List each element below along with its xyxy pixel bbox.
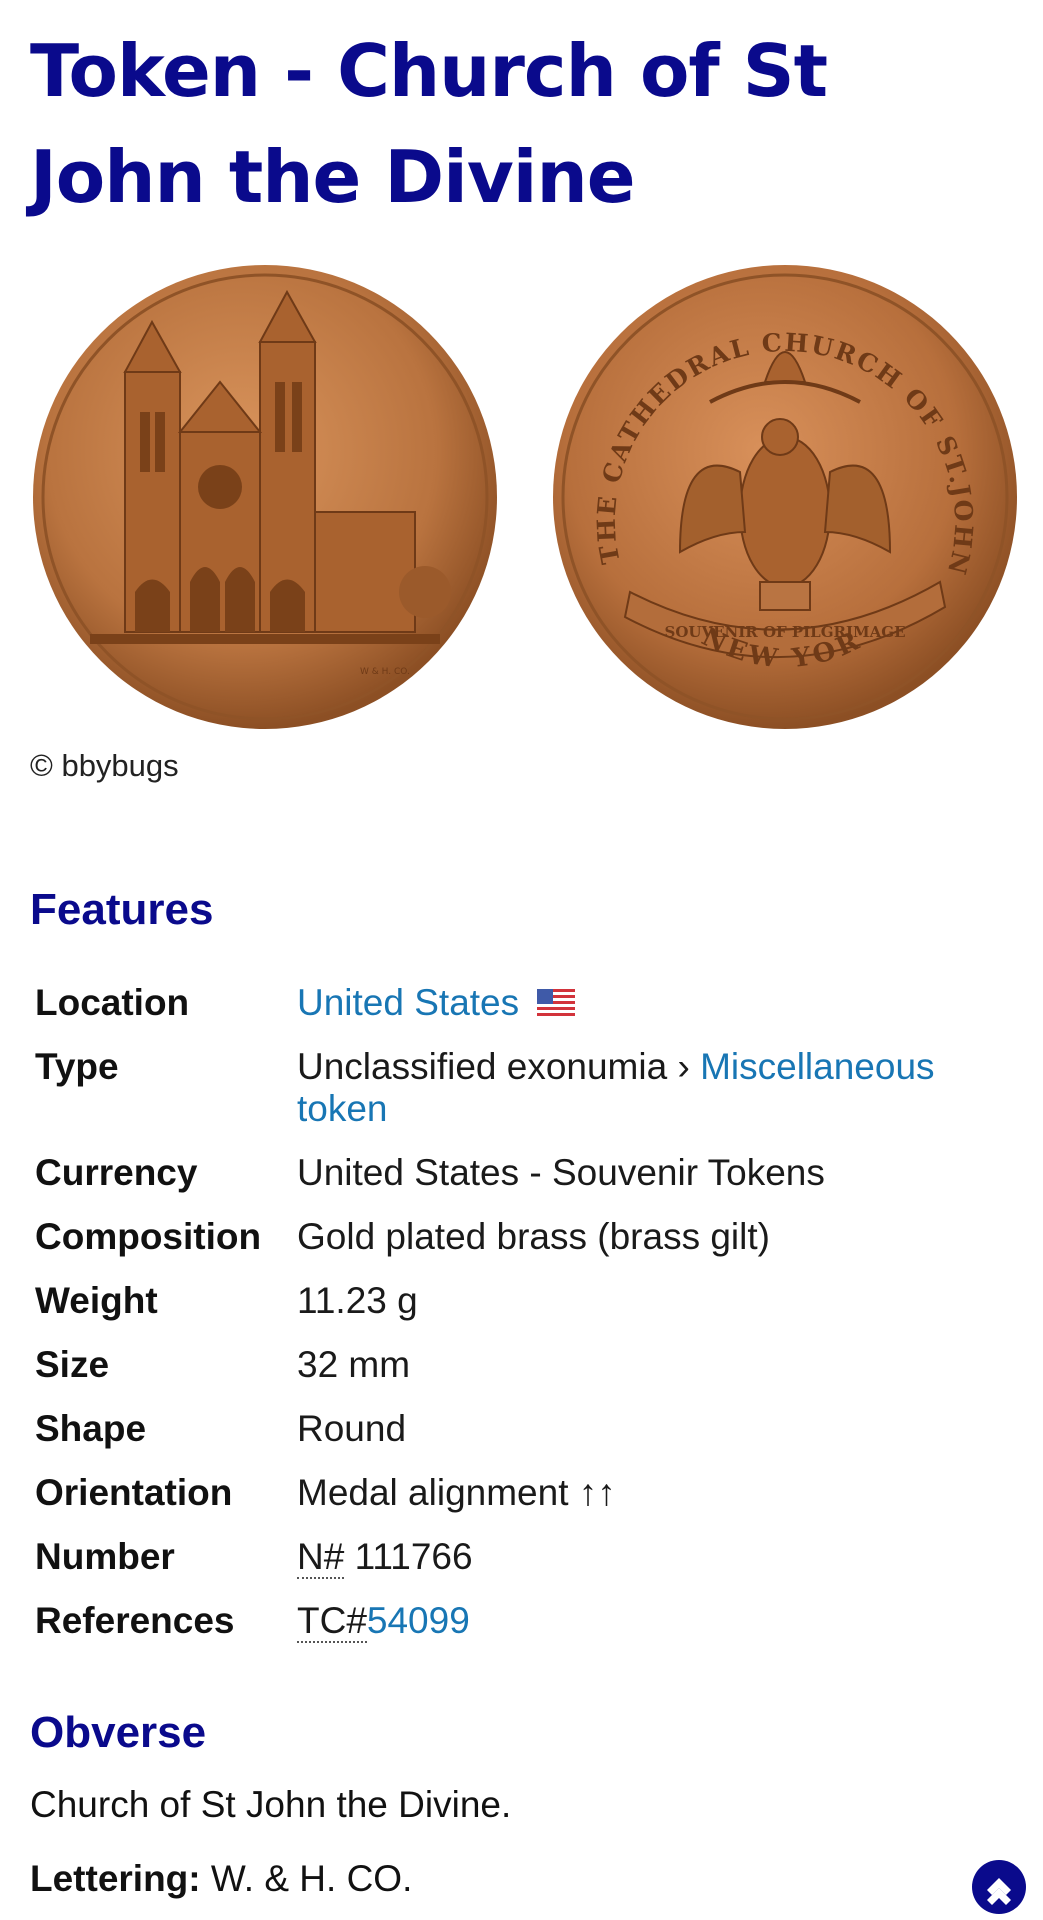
- feature-key-weight: Weight: [35, 1280, 158, 1321]
- references-link[interactable]: 54099: [367, 1600, 470, 1641]
- table-row: Composition Gold plated brass (brass gil…: [30, 1216, 1020, 1280]
- coin-images: W & H. CO. THE CATHEDRAL CHURCH OF ST.JO…: [30, 262, 1020, 732]
- table-row: Type Unclassified exonumia › Miscellaneo…: [30, 1046, 1020, 1152]
- reverse-banner: SOUVENIR OF PILGRIMAGE: [664, 623, 905, 641]
- scroll-to-top-button[interactable]: [972, 1860, 1026, 1914]
- feature-key-number: Number: [35, 1536, 175, 1577]
- obverse-lettering: Lettering: W. & H. CO.: [30, 1858, 412, 1900]
- obverse-signature: W & H. CO.: [360, 667, 410, 677]
- feature-key-composition: Composition: [35, 1216, 262, 1257]
- page-content: Token - Church of St John the Divine W &…: [30, 0, 1020, 1899]
- feature-key-orientation: Orientation: [35, 1472, 233, 1513]
- scroll-to-top-icon: [987, 1878, 1011, 1905]
- table-row: Orientation Medal alignment ↑↑: [30, 1472, 1020, 1536]
- feature-key-shape: Shape: [35, 1408, 147, 1449]
- features-table: Location United States Type Unclassified…: [30, 982, 1020, 1664]
- feature-value-shape: Round: [297, 1408, 407, 1449]
- number-value: 111766: [354, 1536, 473, 1577]
- feature-value-references: TC#54099: [297, 1600, 1020, 1664]
- number-abbr[interactable]: N#: [297, 1536, 345, 1579]
- table-row: Size 32 mm: [30, 1344, 1020, 1408]
- reverse-coin-image[interactable]: THE CATHEDRAL CHURCH OF ST.JOHN THE DIVI…: [550, 262, 1020, 732]
- references-abbr[interactable]: TC#: [297, 1600, 367, 1643]
- feature-value-composition: Gold plated brass (brass gilt): [297, 1216, 770, 1257]
- table-row: Currency United States - Souvenir Tokens: [30, 1152, 1020, 1216]
- feature-key-references: References: [35, 1600, 235, 1641]
- feature-key-location: Location: [35, 982, 190, 1023]
- feature-value-location: United States: [297, 982, 1020, 1046]
- features-heading: Features: [30, 885, 214, 934]
- feature-value-number: N# 111766: [297, 1536, 1020, 1600]
- image-credit: © bbybugs: [30, 748, 179, 783]
- lettering-label: Lettering:: [30, 1858, 201, 1899]
- type-prefix: Unclassified exonumia ›: [297, 1046, 690, 1087]
- obverse-description: Church of St John the Divine.: [30, 1784, 512, 1825]
- feature-value-orientation: Medal alignment ↑↑: [297, 1472, 616, 1513]
- feature-value-weight: 11.23 g: [297, 1280, 418, 1321]
- page-title: Token - Church of St John the Divine: [30, 29, 828, 219]
- feature-key-currency: Currency: [35, 1152, 198, 1193]
- obverse-heading: Obverse: [30, 1708, 207, 1757]
- table-row: Shape Round: [30, 1408, 1020, 1472]
- us-flag-icon: [537, 986, 576, 1028]
- feature-value-currency: United States - Souvenir Tokens: [297, 1152, 825, 1193]
- table-row: References TC#54099: [30, 1600, 1020, 1664]
- feature-value-size: 32 mm: [297, 1344, 411, 1385]
- feature-key-type: Type: [35, 1046, 119, 1087]
- obverse-coin-image[interactable]: W & H. CO.: [30, 262, 500, 732]
- table-row: Location United States: [30, 982, 1020, 1046]
- feature-key-size: Size: [35, 1344, 110, 1385]
- lettering-value: W. & H. CO.: [210, 1858, 413, 1899]
- table-row: Weight 11.23 g: [30, 1280, 1020, 1344]
- location-link[interactable]: United States: [297, 982, 519, 1023]
- table-row: Number N# 111766: [30, 1536, 1020, 1600]
- feature-value-type: Unclassified exonumia › Miscellaneous to…: [297, 1046, 1020, 1152]
